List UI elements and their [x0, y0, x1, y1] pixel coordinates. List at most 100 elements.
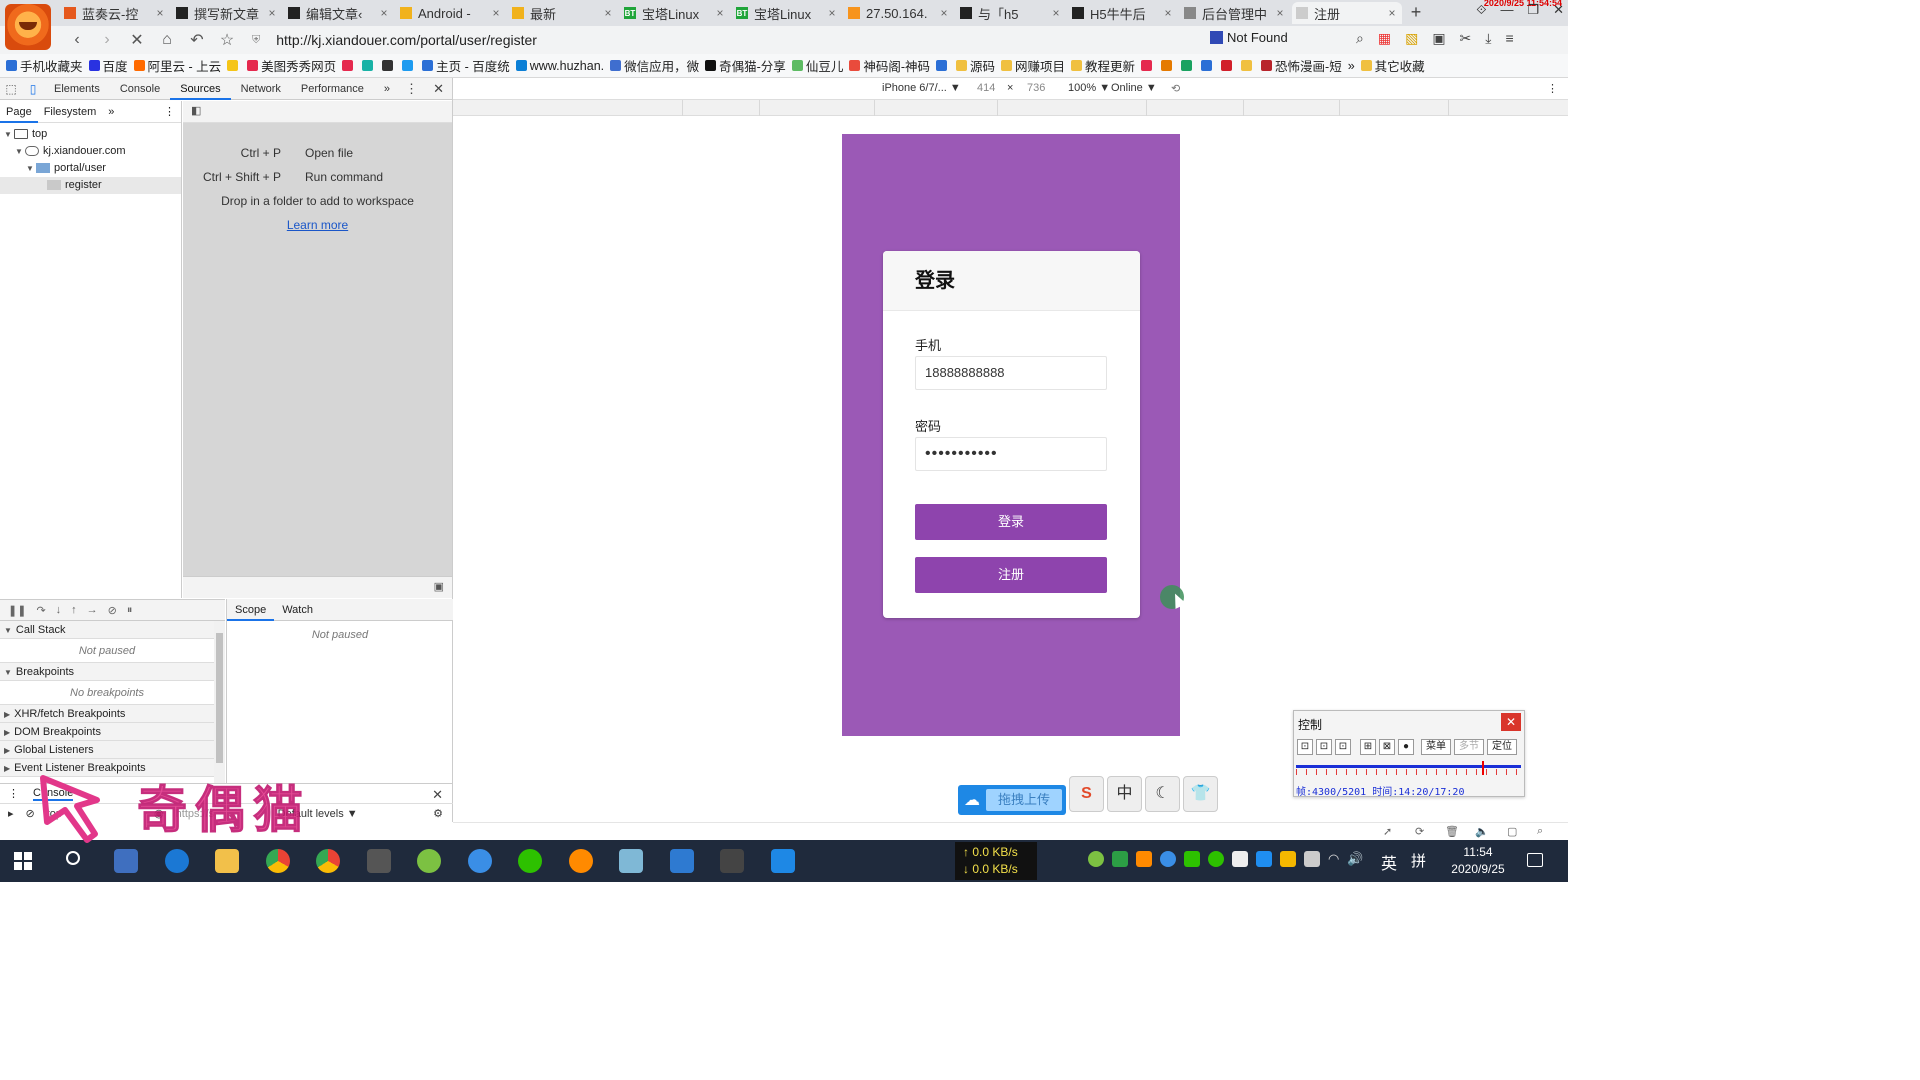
- phone-input[interactable]: 18888888888: [915, 356, 1107, 390]
- trash-icon[interactable]: 🗑: [1445, 825, 1459, 838]
- download-icon[interactable]: ⤓: [1485, 30, 1491, 47]
- debugger-section-header[interactable]: ▼ Call Stack: [0, 621, 214, 639]
- notification-icon[interactable]: [1527, 853, 1543, 867]
- step-out-icon[interactable]: ↑: [71, 604, 77, 616]
- tab-page[interactable]: Page: [0, 101, 38, 123]
- fullscreen-icon[interactable]: ⊠: [1379, 739, 1395, 755]
- tab-filesystem[interactable]: Filesystem: [38, 106, 103, 118]
- devtools-tab-console[interactable]: Console: [110, 78, 170, 100]
- undo-icon[interactable]: ↶: [182, 30, 212, 50]
- browser-tab[interactable]: 最新 ×: [508, 2, 618, 24]
- refresh-icon[interactable]: ⟳: [1415, 825, 1424, 838]
- tab-close-icon[interactable]: ×: [378, 6, 390, 20]
- star-icon[interactable]: ☆: [212, 30, 242, 50]
- debugger-section-header[interactable]: ▼ Breakpoints: [0, 663, 214, 681]
- browser-tab[interactable]: 注册 ×: [1292, 2, 1402, 24]
- tray-wechat-icon[interactable]: [1184, 851, 1200, 867]
- upload-label[interactable]: 拖拽上传: [986, 789, 1062, 811]
- device-menu-icon[interactable]: ⋮: [1547, 82, 1558, 95]
- wps-icon[interactable]: [670, 849, 694, 873]
- bookmark-item[interactable]: 恐怖漫画-短: [1261, 56, 1342, 75]
- device-toggle-icon[interactable]: ▯: [22, 82, 44, 96]
- browser-tab[interactable]: 后台管理中 ×: [1180, 2, 1290, 24]
- zoom-select[interactable]: 100% ▼: [1068, 82, 1110, 94]
- bookmark-item[interactable]: 微信应用，微: [610, 56, 699, 75]
- window-icon[interactable]: ▢: [1507, 825, 1517, 838]
- bookmark-item[interactable]: [1241, 60, 1255, 71]
- tab-close-icon[interactable]: ×: [1162, 6, 1174, 20]
- start-button[interactable]: [14, 852, 32, 870]
- step-icon[interactable]: →: [87, 604, 98, 616]
- app-green-icon[interactable]: [417, 849, 441, 873]
- register-button[interactable]: 注册: [915, 557, 1107, 593]
- moon-icon[interactable]: ☾: [1145, 776, 1180, 812]
- apps-icon[interactable]: ▦: [1378, 30, 1391, 47]
- rocket-icon[interactable]: ➚: [1383, 825, 1392, 838]
- bookmark-item[interactable]: [1221, 60, 1235, 71]
- extension-icon[interactable]: ▧: [1405, 30, 1418, 47]
- toggle-debugger-icon[interactable]: ▣: [434, 580, 444, 593]
- minimize-button[interactable]: —: [1500, 2, 1513, 18]
- ime-mode-button[interactable]: 中: [1107, 776, 1142, 812]
- tray-chat-icon[interactable]: [1208, 851, 1224, 867]
- file-explorer-icon[interactable]: [215, 849, 239, 873]
- control-close-button[interactable]: ✕: [1501, 713, 1521, 731]
- tray-gpu-icon[interactable]: [1112, 851, 1128, 867]
- bookmark-item[interactable]: 其它收藏: [1360, 56, 1425, 75]
- forward-button[interactable]: ›: [92, 31, 122, 49]
- fit-icon[interactable]: ⊞: [1360, 739, 1376, 755]
- step-into-icon[interactable]: ↓: [56, 604, 62, 616]
- bookmark-item[interactable]: 手机收藏夹: [6, 56, 83, 75]
- bookmark-item[interactable]: 网赚项目: [1001, 56, 1065, 75]
- deactivate-breakpoints-icon[interactable]: ⊘: [108, 604, 117, 617]
- url-text[interactable]: http://kj.xiandouer.com/portal/user/regi…: [276, 32, 537, 48]
- home-icon[interactable]: ⌂: [152, 31, 182, 49]
- browser-logo[interactable]: [5, 4, 51, 50]
- bookmark-item[interactable]: [1161, 60, 1175, 71]
- tab-close-icon[interactable]: ×: [266, 6, 278, 20]
- tray-security-icon[interactable]: [1280, 851, 1296, 867]
- network-throttle-select[interactable]: Online ▼: [1111, 82, 1157, 94]
- bookmark-item[interactable]: [362, 60, 376, 71]
- inspect-icon[interactable]: ⬚: [0, 82, 22, 96]
- bookmark-item[interactable]: 主页 - 百度统: [422, 56, 510, 75]
- chrome-icon[interactable]: [316, 849, 340, 873]
- bookmark-item[interactable]: [1141, 60, 1155, 71]
- console-settings-icon[interactable]: ⚙: [433, 807, 443, 820]
- menu-button[interactable]: 菜单: [1421, 739, 1451, 755]
- debugger-section-header[interactable]: ▶ DOM Breakpoints: [0, 723, 214, 741]
- language-indicator[interactable]: 英: [1381, 850, 1397, 874]
- stop-icon[interactable]: ⊡: [1316, 739, 1332, 755]
- edge-icon[interactable]: [165, 849, 189, 873]
- devtools-menu-icon[interactable]: ⋮: [405, 81, 418, 97]
- browser-360-icon[interactable]: [266, 849, 290, 873]
- tab-close-icon[interactable]: ×: [714, 6, 726, 20]
- browser-tab[interactable]: 编辑文章‹ ×: [284, 2, 394, 24]
- ime-indicator[interactable]: 拼: [1411, 850, 1426, 871]
- bookmark-item[interactable]: 百度: [88, 56, 128, 75]
- stop-button[interactable]: ✕: [122, 30, 152, 50]
- devtools-tab-performance[interactable]: Performance: [291, 78, 374, 100]
- expand-arrow-icon[interactable]: ▼: [4, 126, 14, 143]
- bookmark-item[interactable]: 教程更新: [1071, 56, 1135, 75]
- tree-item[interactable]: ▼ kj.xiandouer.com: [0, 143, 181, 160]
- menu-icon[interactable]: ≡: [1505, 30, 1513, 47]
- scissors-icon[interactable]: ✂: [1460, 30, 1472, 47]
- recorder-icon[interactable]: [720, 849, 744, 873]
- tab-close-icon[interactable]: ×: [1386, 6, 1398, 20]
- browser-tab[interactable]: BT 宝塔Linux ×: [732, 2, 842, 24]
- taskbar-clock[interactable]: 11:54 2020/9/25: [1438, 844, 1518, 878]
- devtools-close-icon[interactable]: ✕: [433, 81, 444, 97]
- video-player-icon[interactable]: [771, 849, 795, 873]
- globe-icon[interactable]: ●: [1398, 739, 1414, 755]
- bookmark-item[interactable]: [402, 60, 416, 71]
- app-icon[interactable]: [367, 849, 391, 873]
- browser-tab[interactable]: BT 宝塔Linux ×: [620, 2, 730, 24]
- password-input[interactable]: •••••••••••: [915, 437, 1107, 471]
- bookmark-item[interactable]: [936, 60, 950, 71]
- bookmark-item[interactable]: [1181, 60, 1195, 71]
- browser-tab[interactable]: H5牛牛后 ×: [1068, 2, 1178, 24]
- console-sidebar-icon[interactable]: ▸: [8, 807, 14, 820]
- tab-close-icon[interactable]: ×: [1050, 6, 1062, 20]
- pause-icon[interactable]: ❚❚: [8, 604, 26, 617]
